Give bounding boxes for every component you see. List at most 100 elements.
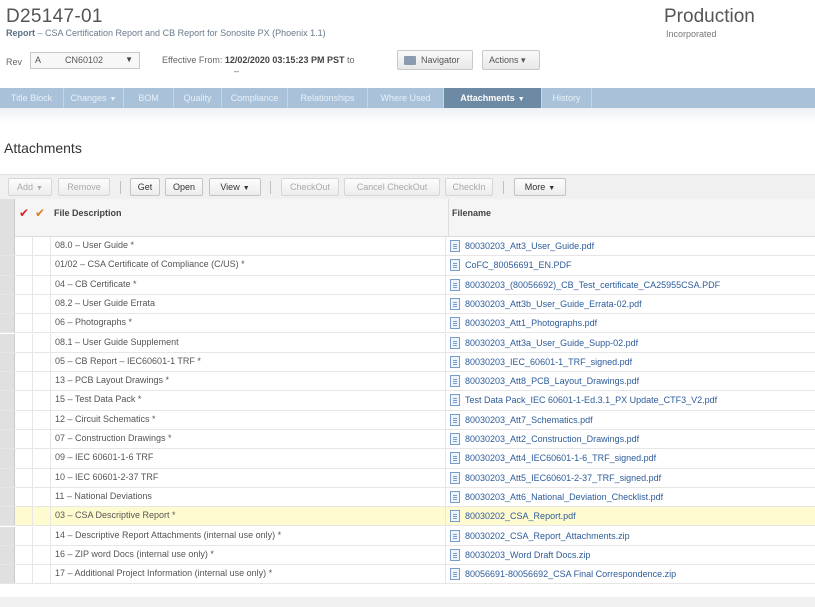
filename-link[interactable]: 80030203_Att2_Construction_Drawings.pdf	[465, 434, 639, 444]
row-selector[interactable]	[0, 449, 15, 468]
table-row[interactable]: 13 – PCB Layout Drawings * 80030203_Att8_…	[0, 372, 815, 392]
row-selector[interactable]	[0, 468, 15, 487]
filename-link[interactable]: 80030202_CSA_Report.pdf	[465, 511, 576, 521]
add-label: Add	[17, 182, 34, 192]
filename-link[interactable]: 80030203_Att3b_User_Guide_Errata-02.pdf	[465, 299, 642, 309]
row-selector[interactable]	[0, 314, 15, 333]
row-selector[interactable]	[0, 526, 15, 545]
navigator-button[interactable]: Navigator	[397, 50, 473, 70]
row-check-cell	[33, 545, 51, 565]
cancel-checkout-button[interactable]: Cancel CheckOut	[344, 178, 440, 196]
table-row[interactable]: 07 – Construction Drawings * 80030203_Att…	[0, 430, 815, 450]
table-row[interactable]: 10 – IEC 60601-2-37 TRF 80030203_Att5_IEC…	[0, 468, 815, 488]
column-header-filename[interactable]: Filename	[448, 199, 491, 237]
tab-changes[interactable]: Changes ▼	[64, 88, 124, 108]
tab-relationships[interactable]: Relationships	[288, 88, 368, 108]
document-icon	[450, 548, 460, 561]
chevron-down-icon: ▼	[109, 96, 117, 103]
table-row[interactable]: 05 – CB Report – IEC60601-1 TRF * 8003020…	[0, 352, 815, 373]
row-selector[interactable]	[0, 294, 15, 314]
row-check-cell	[15, 314, 33, 333]
table-row[interactable]: 11 – National Deviations 80030203_Att6_Na…	[0, 487, 815, 508]
tab-bom[interactable]: BOM	[124, 88, 174, 108]
navigator-label: Navigator	[421, 55, 460, 65]
row-selector[interactable]	[0, 430, 15, 449]
filename-cell: 80030203_IEC_60601-1_TRF_signed.pdf	[445, 352, 815, 372]
checkout-button[interactable]: CheckOut	[281, 178, 339, 196]
lifecycle-phase: Production	[664, 6, 755, 27]
filename-link[interactable]: 80030203_Att5_IEC60601-2-37_TRF_signed.p…	[465, 473, 661, 483]
tab-compliance[interactable]: Compliance	[222, 88, 288, 108]
row-check-cell	[33, 275, 51, 294]
remove-button[interactable]: Remove	[58, 178, 110, 196]
checkin-button[interactable]: CheckIn	[445, 178, 493, 196]
filename-cell: 80056691-80056692_CSA Final Corresponden…	[445, 565, 815, 584]
row-check-cell	[33, 237, 51, 256]
actions-button[interactable]: Actions ▾	[482, 50, 540, 70]
row-selector[interactable]	[0, 352, 15, 372]
row-selector[interactable]	[0, 237, 15, 256]
table-row[interactable]: 14 – Descriptive Report Attachments (int…	[0, 526, 815, 546]
table-row[interactable]: 08.1 – User Guide Supplement 80030203_Att…	[0, 333, 815, 353]
filename-link[interactable]: 80030203_Att7_Schematics.pdf	[465, 415, 593, 425]
open-button[interactable]: Open	[165, 178, 203, 196]
table-row[interactable]: 16 – ZIP word Docs (internal use only) *…	[0, 545, 815, 566]
table-row[interactable]: 17 – Additional Project Information (int…	[0, 565, 815, 585]
row-selector[interactable]	[0, 545, 15, 565]
filename-link[interactable]: 80030202_CSA_Report_Attachments.zip	[465, 531, 630, 541]
tab-attachments[interactable]: Attachments ▼	[444, 88, 542, 108]
document-icon	[450, 568, 460, 581]
table-row[interactable]: 12 – Circuit Schematics * 80030203_Att7_S…	[0, 410, 815, 430]
filename-link[interactable]: 80030203_Word Draft Docs.zip	[465, 550, 590, 560]
row-selector[interactable]	[0, 256, 15, 275]
table-row[interactable]: 01/02 – CSA Certificate of Compliance (C…	[0, 256, 815, 276]
table-row[interactable]: 15 – Test Data Pack * Test Data Pack_IEC …	[0, 391, 815, 411]
row-check-cell	[15, 410, 33, 429]
row-check-cell	[33, 449, 51, 468]
filename-link[interactable]: 80030203_Att4_IEC60601-1-6_TRF_signed.pd…	[465, 453, 656, 463]
row-selector[interactable]	[0, 391, 15, 410]
add-button[interactable]: Add ▼	[8, 178, 52, 196]
row-selector[interactable]	[0, 372, 15, 391]
row-selector[interactable]	[0, 565, 15, 584]
filename-link[interactable]: Test Data Pack_IEC 60601-1-Ed.3.1_PX Upd…	[465, 395, 717, 405]
document-icon	[450, 394, 460, 407]
filename-link[interactable]: 80030203_IEC_60601-1_TRF_signed.pdf	[465, 357, 632, 367]
filename-link[interactable]: 80030203_Att3_User_Guide.pdf	[465, 241, 594, 251]
tab-where-used[interactable]: Where Used	[368, 88, 444, 108]
row-selector[interactable]	[0, 507, 15, 526]
table-row[interactable]: 04 – CB Certificate * 80030203_(80056692)…	[0, 275, 815, 295]
row-check-cell	[33, 294, 51, 314]
file-description: 06 – Photographs *	[55, 317, 133, 328]
table-row[interactable]: 08.2 – User Guide Errata 80030203_Att3b_U…	[0, 294, 815, 315]
filename-link[interactable]: 80030203_Att8_PCB_Layout_Drawings.pdf	[465, 376, 639, 386]
row-selector[interactable]	[0, 410, 15, 429]
file-description: 03 – CSA Descriptive Report *	[55, 510, 176, 521]
get-button[interactable]: Get	[130, 178, 160, 196]
row-check-cell	[33, 410, 51, 429]
tab-history[interactable]: History	[542, 88, 592, 108]
row-selector[interactable]	[0, 487, 15, 507]
tab-quality[interactable]: Quality	[174, 88, 222, 108]
more-button[interactable]: More ▼	[514, 178, 566, 196]
table-row[interactable]: 08.0 – User Guide * 80030203_Att3_User_Gu…	[0, 237, 815, 257]
filename-link[interactable]: 80056691-80056692_CSA Final Corresponden…	[465, 569, 676, 579]
filename-link[interactable]: 80030203_Att1_Photographs.pdf	[465, 318, 597, 328]
revision-select[interactable]: A CN60102 ▼	[30, 52, 140, 69]
table-row[interactable]: 09 – IEC 60601-1-6 TRF 80030203_Att4_IEC6…	[0, 449, 815, 469]
view-button[interactable]: View ▼	[209, 178, 261, 196]
row-selector[interactable]	[0, 275, 15, 294]
row-check-cell	[15, 372, 33, 391]
filename-link[interactable]: 80030203_Att3a_User_Guide_Supp-02.pdf	[465, 338, 638, 348]
row-check-cell	[15, 545, 33, 565]
file-description: 12 – Circuit Schematics *	[55, 413, 156, 424]
row-selector[interactable]	[0, 333, 15, 352]
table-row[interactable]: 06 – Photographs * 80030203_Att1_Photogra…	[0, 314, 815, 334]
more-label: More	[524, 182, 546, 192]
table-row[interactable]: 03 – CSA Descriptive Report * 80030202_CS…	[0, 507, 815, 527]
column-header-file-description[interactable]: File Description	[54, 208, 122, 218]
filename-link[interactable]: 80030203_Att6_National_Deviation_Checkli…	[465, 492, 663, 502]
filename-link[interactable]: 80030203_(80056692)_CB_Test_certificate_…	[465, 280, 720, 290]
filename-link[interactable]: CoFC_80056691_EN.PDF	[465, 260, 572, 270]
tab-title-block[interactable]: Title Block	[0, 88, 64, 108]
